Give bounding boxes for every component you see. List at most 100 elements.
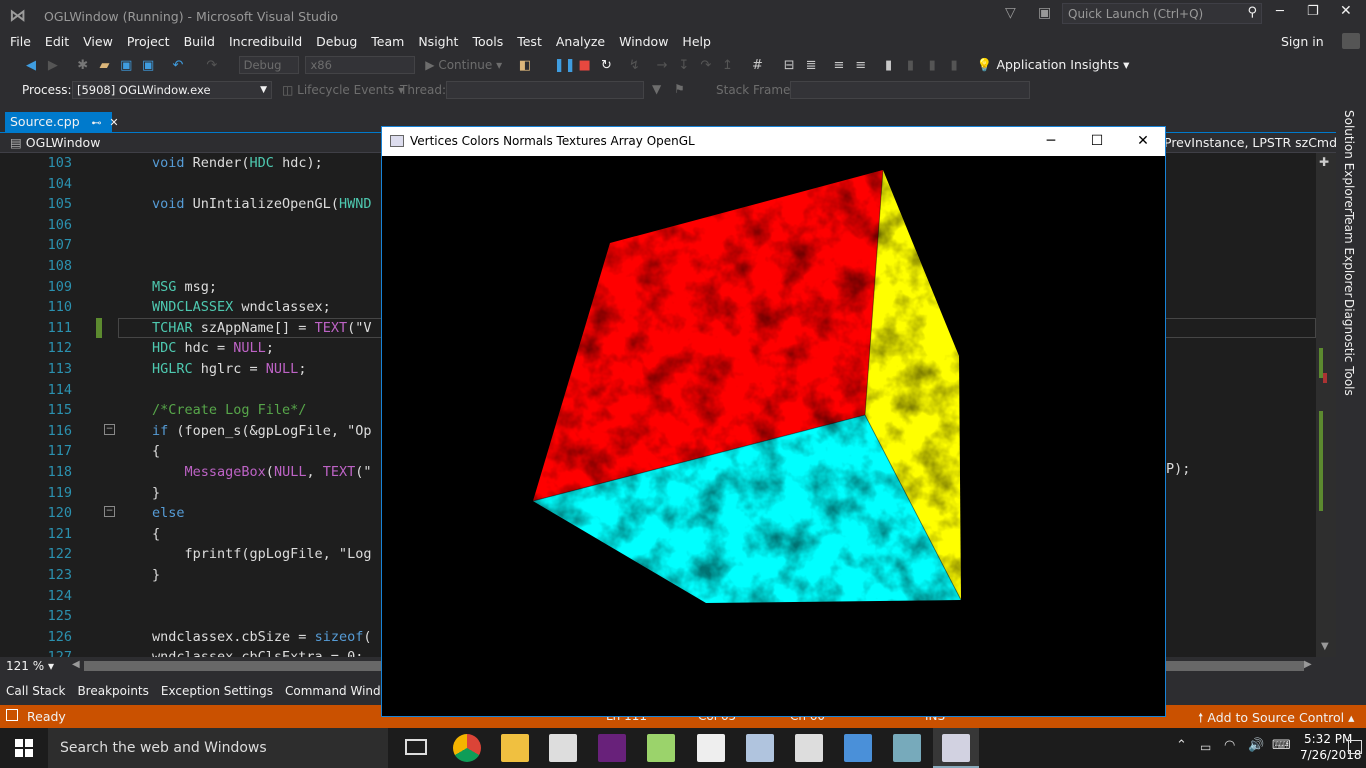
task-view-icon[interactable]: [405, 739, 427, 755]
file-explorer-icon[interactable]: [501, 734, 529, 762]
split-icon[interactable]: ✚: [1319, 155, 1329, 169]
flag-threads-icon[interactable]: ⚑: [674, 82, 685, 96]
image-viewer-icon[interactable]: [746, 734, 774, 762]
forward-icon[interactable]: ▶: [44, 57, 62, 75]
keyboard-icon[interactable]: ⌨: [1272, 738, 1291, 753]
notifications-icon[interactable]: [1348, 740, 1362, 754]
pause-icon[interactable]: ❚❚: [554, 57, 576, 75]
minimize-button[interactable]: ─: [1276, 4, 1284, 19]
clock-time[interactable]: 5:32 PM: [1304, 732, 1352, 746]
opengl-window[interactable]: Vertices Colors Normals Textures Array O…: [381, 126, 1166, 717]
quick-launch-input[interactable]: Quick Launch (Ctrl+Q) ⚲: [1062, 3, 1262, 24]
project-scope-dropdown[interactable]: ▤ OGLWindow: [10, 135, 100, 150]
new-project-icon[interactable]: ✱: [74, 57, 92, 75]
back-icon[interactable]: ◀: [22, 57, 40, 75]
chevron-up-icon[interactable]: ⌃: [1176, 738, 1187, 753]
visual-studio-icon[interactable]: [598, 734, 626, 762]
maximize-button[interactable]: ❐: [1307, 4, 1319, 19]
attach-icon[interactable]: ◧: [516, 57, 534, 75]
store-icon[interactable]: [549, 734, 577, 762]
stop-icon[interactable]: ■: [576, 57, 594, 75]
comment-icon[interactable]: ≡: [830, 57, 848, 75]
menu-help[interactable]: Help: [675, 31, 718, 52]
sign-in-link[interactable]: Sign in: [1281, 34, 1324, 49]
menu-edit[interactable]: Edit: [38, 31, 76, 52]
feedback-icon[interactable]: ▣: [1038, 5, 1051, 21]
menu-file[interactable]: File: [3, 31, 38, 52]
filter-icon[interactable]: ▽: [1005, 5, 1016, 21]
opengl-canvas[interactable]: [382, 156, 1165, 716]
platform-dropdown[interactable]: x86: [305, 56, 416, 74]
notepad-plus-icon[interactable]: [647, 734, 675, 762]
close-icon[interactable]: ✕: [109, 116, 118, 129]
wifi-icon[interactable]: ◠: [1224, 738, 1235, 753]
hex-display-icon[interactable]: #: [748, 57, 766, 75]
chrome-icon[interactable]: [453, 734, 481, 762]
thread-icon[interactable]: ⊟: [780, 57, 798, 75]
next-bookmark-icon[interactable]: ▮: [923, 57, 941, 75]
function-dropdown[interactable]: PrevInstance, LPSTR szCmdLi: [1164, 135, 1336, 150]
redo-icon[interactable]: ↷: [203, 57, 221, 75]
battery-icon[interactable]: ▭: [1200, 740, 1211, 754]
close-button[interactable]: ✕: [1120, 127, 1166, 156]
windows-start-icon[interactable]: [15, 739, 33, 757]
pin-icon[interactable]: ⊷: [91, 118, 101, 129]
menu-window[interactable]: Window: [612, 31, 675, 52]
scroll-left-icon[interactable]: ◀: [72, 659, 80, 670]
vertical-scrollbar[interactable]: ✚ ▼: [1316, 153, 1336, 657]
step-over-icon[interactable]: ↷: [697, 57, 715, 75]
dock-tab-solution-explorer[interactable]: Solution Explorer: [1342, 110, 1356, 213]
step-into-icon[interactable]: ↧: [675, 57, 693, 75]
tab-source-cpp[interactable]: Source.cpp ⊷ ✕: [5, 112, 119, 133]
menu-incredibuild[interactable]: Incredibuild: [222, 31, 309, 52]
maximize-button[interactable]: ☐: [1074, 127, 1120, 156]
menu-nsight[interactable]: Nsight: [411, 31, 465, 52]
minimize-button[interactable]: ─: [1028, 127, 1074, 156]
collapse-icon[interactable]: −: [104, 506, 115, 517]
menu-debug[interactable]: Debug: [309, 31, 364, 52]
prev-bookmark-icon[interactable]: ▮: [901, 57, 919, 75]
tool-tab-exception-settings[interactable]: Exception Settings: [155, 680, 279, 702]
configuration-dropdown[interactable]: Debug: [238, 56, 299, 74]
msdn-icon[interactable]: [697, 734, 725, 762]
undo-icon[interactable]: ↶: [169, 57, 187, 75]
clear-bookmarks-icon[interactable]: ▮: [945, 57, 963, 75]
app-insights-button[interactable]: 💡 Application Insights ▾: [977, 57, 1130, 72]
process-dropdown[interactable]: [5908] OGLWindow.exe ▼: [72, 81, 272, 99]
menu-analyze[interactable]: Analyze: [549, 31, 612, 52]
menu-view[interactable]: View: [76, 31, 120, 52]
thread-dropdown[interactable]: [446, 81, 644, 99]
filter-threads-icon[interactable]: ▼: [652, 82, 661, 96]
open-file-icon[interactable]: ▰: [95, 57, 113, 75]
continue-button[interactable]: ▶ Continue ▾: [425, 58, 502, 72]
show-next-statement-icon[interactable]: →: [653, 57, 671, 75]
add-to-source-control-button[interactable]: 🠕 Add to Source Control ▴: [1198, 709, 1354, 730]
collapse-icon[interactable]: −: [104, 424, 115, 435]
dock-tab-team-explorer[interactable]: Team Explorer: [1342, 212, 1356, 298]
photos-icon[interactable]: [844, 734, 872, 762]
volume-icon[interactable]: 🔊: [1248, 738, 1264, 753]
bookmark-icon[interactable]: ▮: [880, 57, 898, 75]
lifecycle-events-button[interactable]: ◫ Lifecycle Events ▾: [282, 83, 404, 97]
menu-tools[interactable]: Tools: [465, 31, 510, 52]
menu-test[interactable]: Test: [510, 31, 549, 52]
menu-project[interactable]: Project: [120, 31, 177, 52]
tablet-icon[interactable]: [893, 734, 921, 762]
stack-frame-dropdown[interactable]: [790, 81, 1030, 99]
save-icon[interactable]: ▣: [117, 57, 135, 75]
taskbar-search-box[interactable]: Search the web and Windows: [48, 728, 388, 768]
step-out-icon[interactable]: ↥: [719, 57, 737, 75]
save-all-icon[interactable]: ▣: [139, 57, 157, 75]
restart-icon[interactable]: ↻: [597, 57, 615, 75]
hot-reload-icon[interactable]: ↯: [625, 57, 643, 75]
zoom-dropdown[interactable]: 121 % ▾: [6, 659, 66, 673]
scroll-right-icon[interactable]: ▶: [1304, 659, 1312, 670]
tool-tab-call-stack[interactable]: Call Stack: [0, 680, 71, 702]
close-button[interactable]: ✕: [1340, 3, 1352, 19]
scroll-down-icon[interactable]: ▼: [1321, 641, 1329, 652]
tool-tab-breakpoints[interactable]: Breakpoints: [71, 680, 154, 702]
indent-icon[interactable]: ≣: [802, 57, 820, 75]
menu-build[interactable]: Build: [177, 31, 222, 52]
menu-team[interactable]: Team: [364, 31, 411, 52]
account-icon[interactable]: [1342, 33, 1360, 49]
